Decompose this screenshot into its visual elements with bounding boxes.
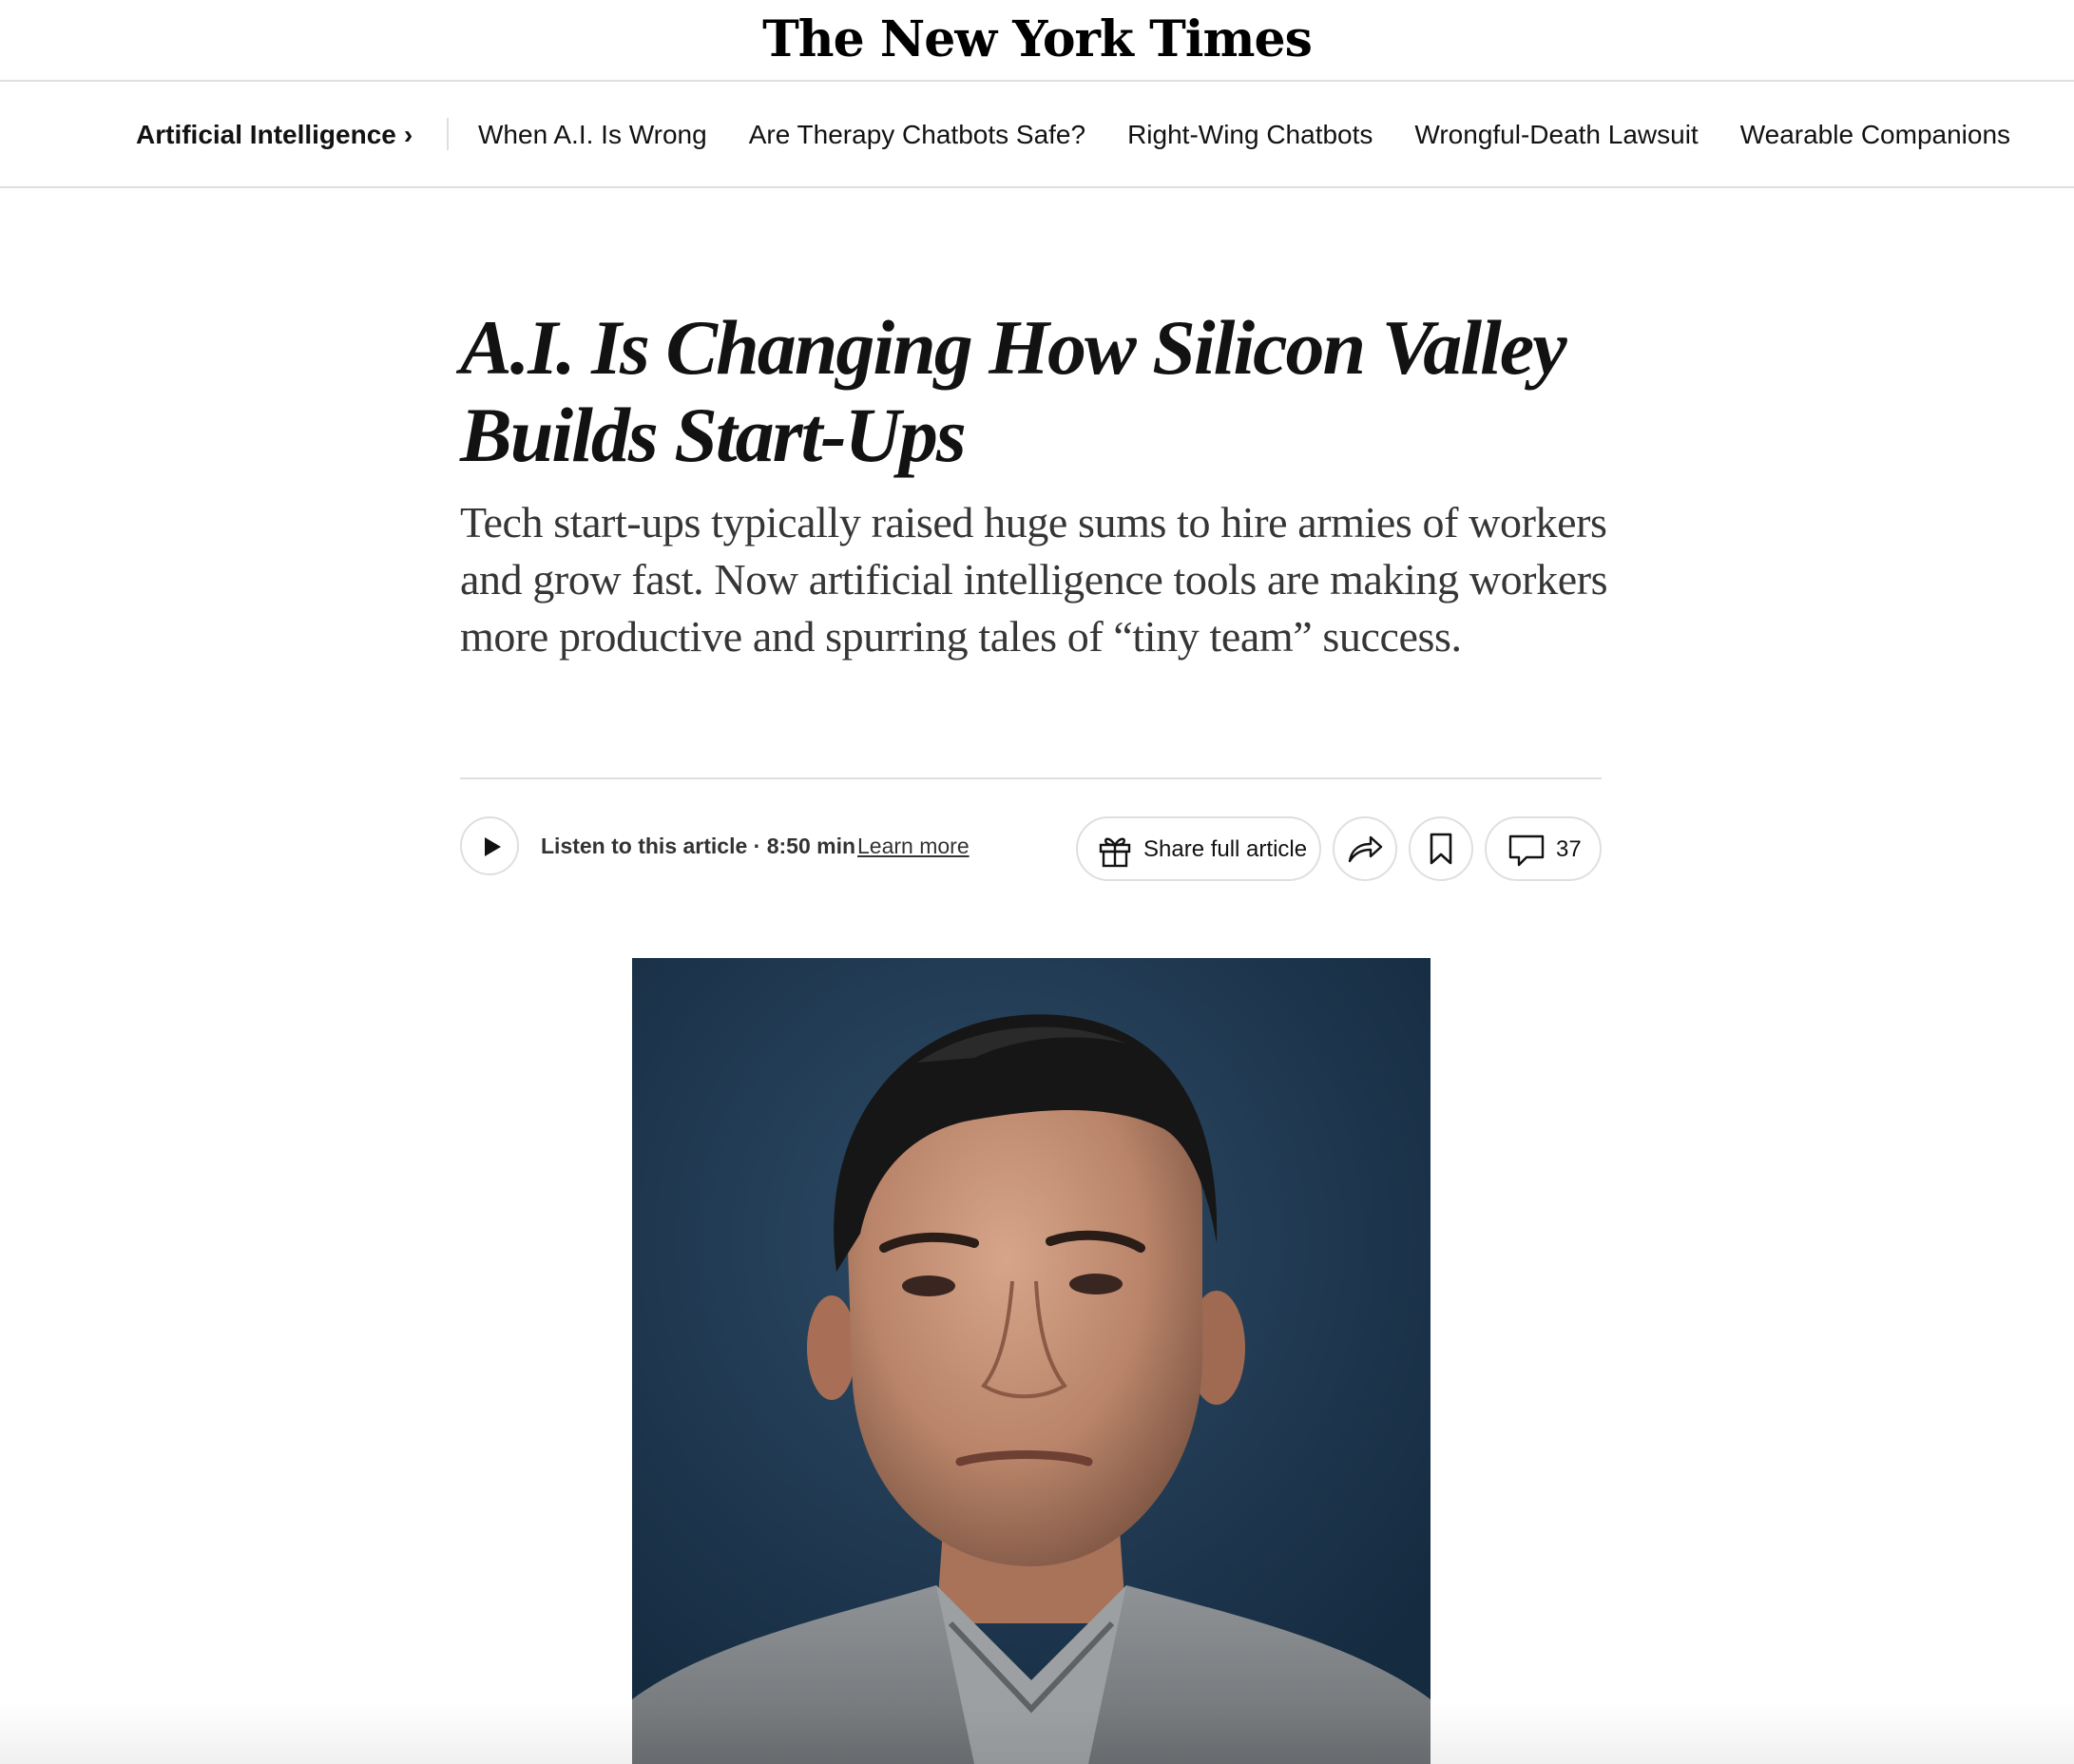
nyt-logo[interactable]: The New York Times [0, 11, 2074, 68]
header-divider [460, 777, 1602, 779]
article-headline: A.I. Is Changing How Silicon Valley Buil… [460, 304, 1567, 478]
subnav-divider [447, 118, 449, 150]
save-bookmark-button[interactable] [1409, 816, 1473, 881]
masthead: The New York Times [0, 0, 2074, 82]
comment-icon [1508, 834, 1545, 867]
subnav-link-right-wing-chatbots[interactable]: Right-Wing Chatbots [1127, 116, 1373, 154]
play-icon [485, 837, 501, 856]
lead-photo [632, 958, 1431, 1764]
subnav-link-wrongful-death-lawsuit[interactable]: Wrongful-Death Lawsuit [1414, 116, 1698, 154]
share-full-article-button[interactable]: Share full article [1076, 816, 1321, 881]
article-summary: Tech start-ups typically raised huge sum… [460, 498, 1608, 661]
subnav-links: When A.I. Is Wrong Are Therapy Chatbots … [478, 116, 2010, 154]
share-button[interactable] [1333, 816, 1397, 881]
bookmark-icon [1430, 833, 1452, 865]
section-link-artificial-intelligence[interactable]: Artificial Intelligence › [136, 116, 413, 154]
play-audio-button[interactable] [460, 816, 519, 875]
chevron-right-icon: › [403, 120, 413, 149]
listen-duration-label: Listen to this article · 8:50 min [541, 834, 856, 858]
subnav-link-wearable-companions[interactable]: Wearable Companions [1740, 116, 2010, 154]
section-label: Artificial Intelligence [136, 120, 396, 149]
subnav-link-therapy-chatbots[interactable]: Are Therapy Chatbots Safe? [749, 116, 1085, 154]
subnav-link-when-ai-is-wrong[interactable]: When A.I. Is Wrong [478, 116, 707, 154]
comment-count: 37 [1556, 836, 1582, 862]
gift-icon [1099, 837, 1131, 868]
share-full-article-label: Share full article [1143, 836, 1308, 862]
learn-more-link[interactable]: Learn more [857, 831, 970, 861]
section-subnav: Artificial Intelligence › When A.I. Is Wr… [0, 82, 2074, 188]
share-arrow-icon [1348, 835, 1383, 863]
portrait-illustration [632, 958, 1431, 1764]
comments-button[interactable]: 37 [1485, 816, 1602, 881]
